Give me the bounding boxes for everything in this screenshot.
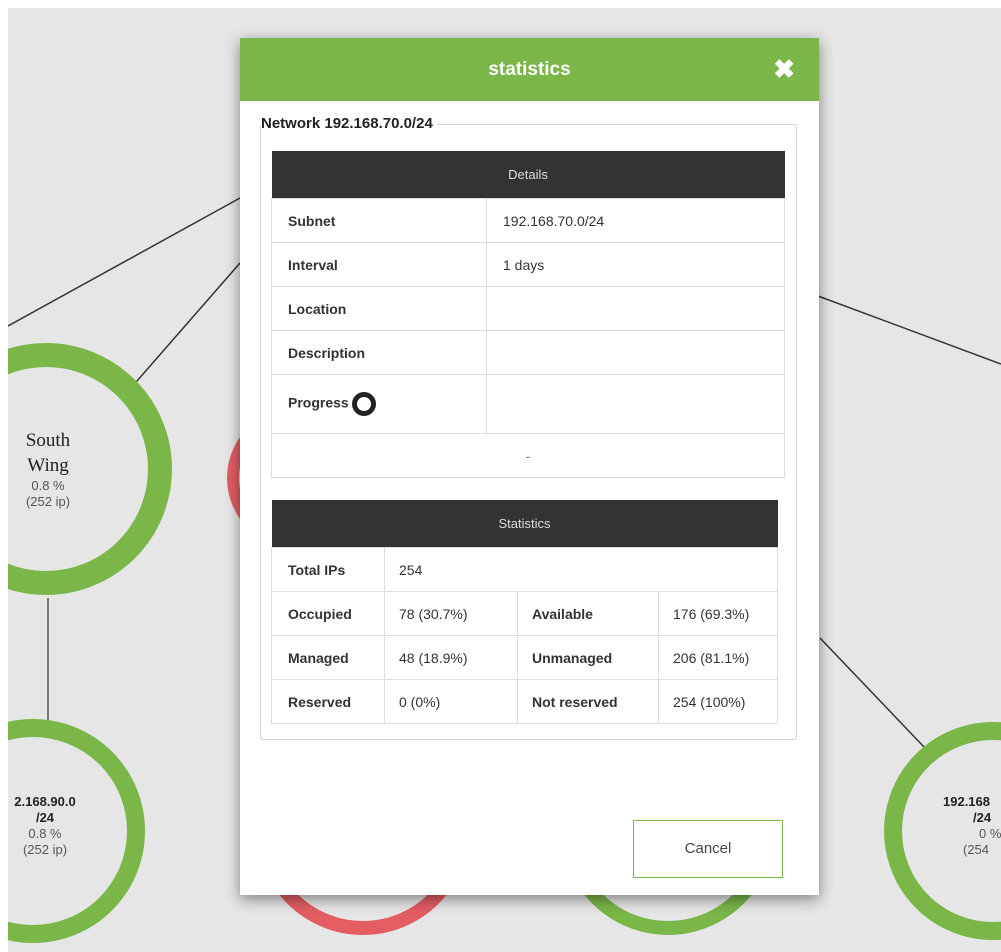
node-net-line1: 2.168.90.0 (14, 794, 76, 809)
node-percent: 0.8 % (31, 478, 65, 493)
detail-label: Description (271, 330, 487, 375)
node-label-south-wing: South Wing 0.8 % (252 ip) (8, 428, 88, 510)
node-label-net-90: 2.168.90.0 /24 0.8 % (252 ip) (8, 794, 90, 858)
stat-label: Not reserved (517, 679, 659, 724)
graph-edge (819, 637, 926, 749)
node-ip-count: (254 (963, 842, 990, 857)
stat-value: 254 (100%) (658, 679, 778, 724)
detail-label: Interval (271, 242, 487, 287)
details-footer: - (271, 433, 785, 478)
node-label-net-right: 192.168 /24 0 % (254 (943, 794, 1001, 858)
stat-value: 78 (30.7%) (384, 591, 518, 636)
detail-label: Progress (288, 394, 349, 411)
stat-value: 206 (81.1%) (658, 635, 778, 680)
stat-label: Available (517, 591, 659, 636)
detail-value (486, 286, 785, 331)
stat-label: Managed (271, 635, 385, 680)
details-table: Details Subnet 192.168.70.0/24 Interval … (271, 151, 785, 478)
progress-cell: Progress (271, 374, 487, 434)
table-row: Occupied 78 (30.7%) Available 176 (69.3%… (271, 591, 778, 636)
node-net-line2: /24 (973, 810, 992, 825)
table-row: Location (271, 286, 785, 331)
table-row: - (271, 433, 785, 478)
detail-label: Subnet (271, 198, 487, 243)
node-name-line2: Wing (27, 455, 69, 476)
cancel-button[interactable]: Cancel (633, 820, 783, 878)
stat-label: Total IPs (271, 547, 385, 592)
network-fieldset: Network 192.168.70.0/24 Details Subnet 1… (260, 115, 797, 740)
table-row: Interval 1 days (271, 242, 785, 287)
node-ip-count: (252 ip) (22, 842, 68, 857)
graph-edge (817, 295, 1001, 365)
stat-value: 48 (18.9%) (384, 635, 518, 680)
progress-spinner-icon (351, 392, 376, 416)
statistics-header: Statistics (271, 500, 778, 548)
node-name-line1: South (25, 430, 71, 451)
modal-header: statistics ✖ (240, 38, 819, 101)
statistics-modal: statistics ✖ Network 192.168.70.0/24 Det… (240, 38, 819, 895)
network-legend: Network 192.168.70.0/24 (261, 115, 437, 132)
node-net-line2: /24 (35, 810, 55, 825)
detail-value (486, 330, 785, 375)
stat-value: 176 (69.3%) (658, 591, 778, 636)
table-row: Progress (271, 374, 785, 434)
table-row: Reserved 0 (0%) Not reserved 254 (100%) (271, 679, 778, 724)
detail-value (486, 374, 785, 434)
detail-value: 1 days (486, 242, 785, 287)
close-icon[interactable]: ✖ (773, 38, 795, 101)
table-row: Total IPs 254 (271, 547, 778, 592)
node-net-line1: 192.168 (943, 794, 990, 809)
table-row: Description (271, 330, 785, 375)
detail-label: Location (271, 286, 487, 331)
modal-title: statistics (488, 59, 571, 80)
graph-edge (129, 262, 241, 390)
table-row: Managed 48 (18.9%) Unmanaged 206 (81.1%) (271, 635, 778, 680)
stat-label: Occupied (271, 591, 385, 636)
statistics-table: Statistics Total IPs 254 Occupied 78 (30… (271, 500, 778, 724)
node-percent: 0 % (979, 826, 1001, 841)
detail-value: 192.168.70.0/24 (486, 198, 785, 243)
node-percent: 0.8 % (28, 826, 62, 841)
details-header: Details (271, 151, 785, 199)
stat-value: 254 (384, 547, 778, 592)
table-row: Subnet 192.168.70.0/24 (271, 198, 785, 243)
stat-value: 0 (0%) (384, 679, 518, 724)
node-ip-count: (252 ip) (25, 494, 71, 509)
stat-label: Reserved (271, 679, 385, 724)
stat-label: Unmanaged (517, 635, 659, 680)
graph-edge (8, 197, 241, 327)
